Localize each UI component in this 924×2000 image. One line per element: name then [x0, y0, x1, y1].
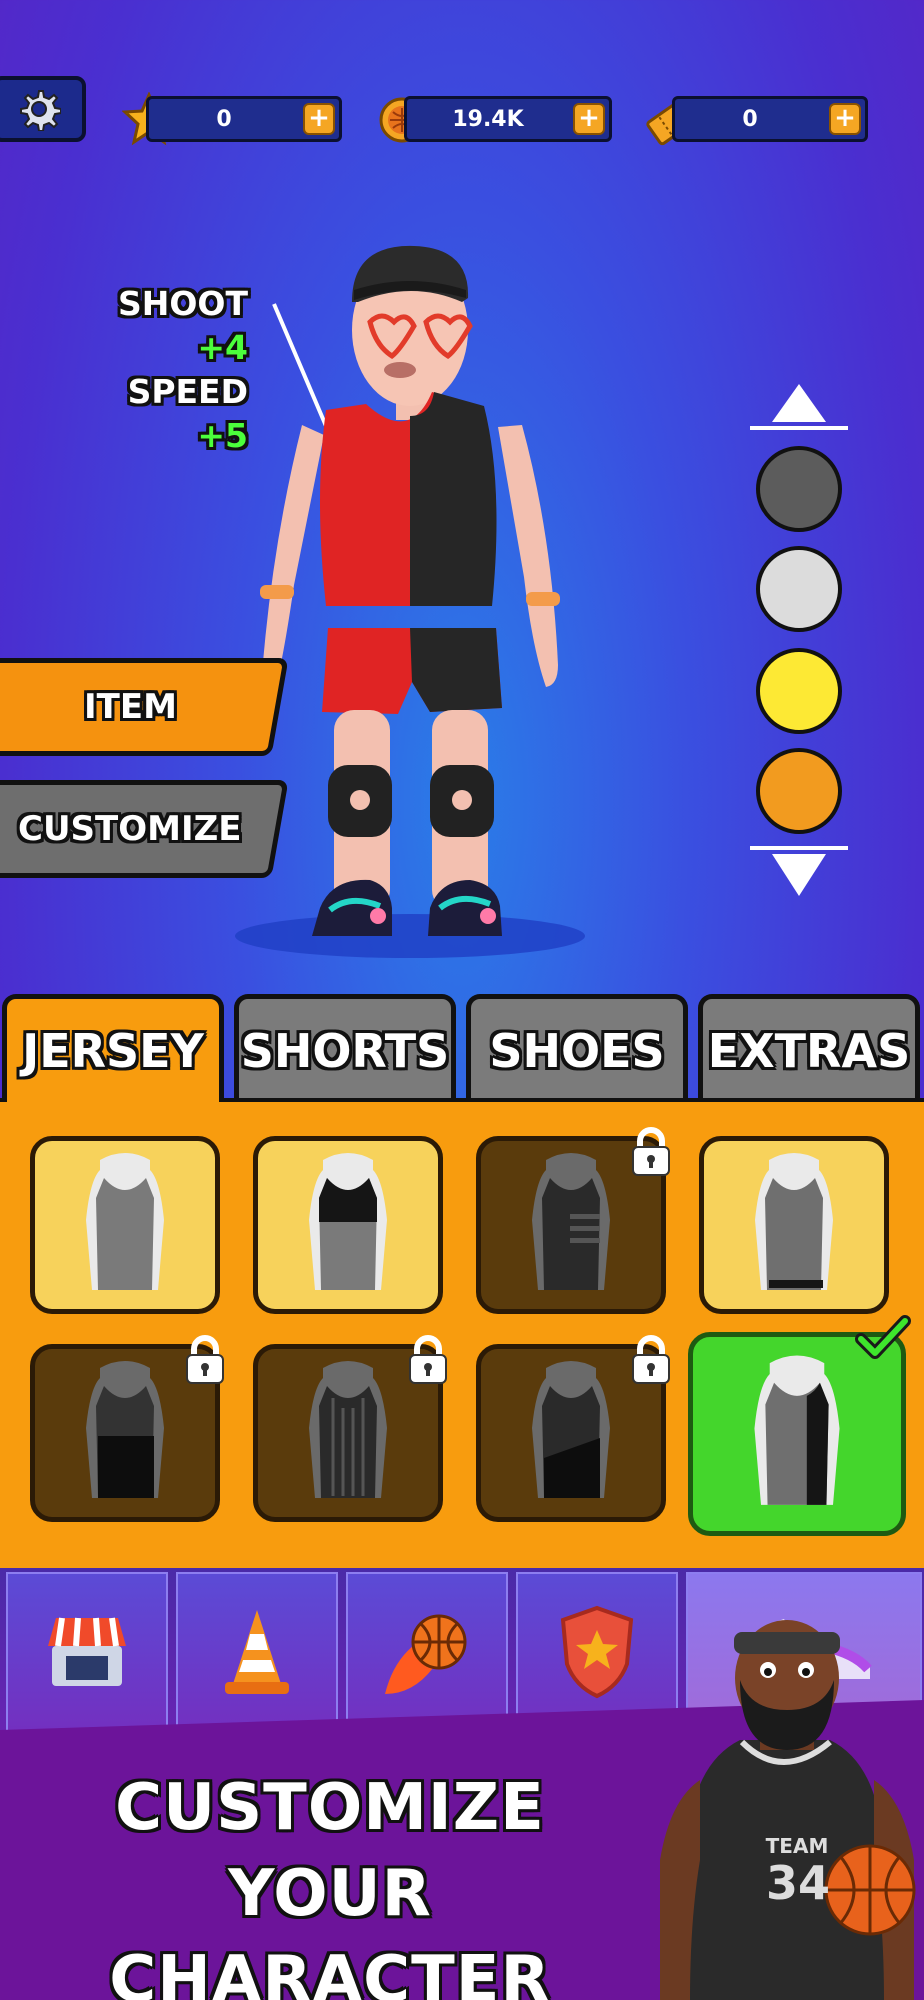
color-down-arrow[interactable]	[750, 846, 848, 902]
jersey-pinstripe-icon	[309, 1361, 387, 1498]
gear-icon	[20, 90, 61, 131]
coins-counter: 19.4K +	[404, 96, 612, 142]
coins-value: 19.4K	[452, 106, 524, 132]
promo-line-2: YOUR CHARACTER	[109, 1857, 551, 2000]
nav-training[interactable]	[176, 1572, 338, 1732]
jersey-half-icon	[754, 1355, 840, 1505]
color-option-white[interactable]	[756, 546, 842, 632]
stars-value: 0	[216, 106, 232, 132]
mascot-jersey-number: 34	[765, 1856, 830, 1910]
nav-play[interactable]	[346, 1572, 508, 1732]
tickets-counter: 0 +	[672, 96, 868, 142]
jersey-slot-4[interactable]	[699, 1136, 889, 1314]
lock-icon	[632, 1335, 670, 1384]
tickets-value: 0	[742, 106, 758, 132]
shop-icon	[48, 1617, 126, 1686]
lock-icon	[186, 1335, 224, 1384]
item-button-label: ITEM	[83, 687, 177, 727]
customize-button-label: CUSTOMIZE	[18, 809, 242, 849]
jersey-grid-panel	[0, 1098, 924, 1568]
player-character[interactable]	[230, 240, 590, 960]
tab-shoes[interactable]: SHOES	[466, 994, 688, 1102]
add-stars-button[interactable]: +	[303, 103, 335, 135]
jersey-gray-icon	[86, 1153, 164, 1290]
jersey-slot-7[interactable]	[476, 1335, 670, 1522]
jersey-slot-3[interactable]	[476, 1127, 670, 1314]
tab-shorts[interactable]: SHORTS	[234, 994, 456, 1102]
stat-bonuses: SHOOT +4 SPEED +5	[78, 282, 248, 458]
shoot-stat: SHOOT +4	[78, 282, 248, 370]
add-tickets-button[interactable]: +	[829, 103, 861, 135]
fireball-icon	[385, 1614, 467, 1694]
jersey-slot-6[interactable]	[253, 1335, 447, 1522]
settings-button[interactable]	[0, 76, 86, 142]
jersey-diagonal-icon	[532, 1361, 610, 1498]
jersey-slot-8-equipped[interactable]	[688, 1315, 911, 1536]
checkmark-icon	[855, 1315, 911, 1359]
jersey-slot-2[interactable]	[253, 1136, 443, 1314]
color-option-gray[interactable]	[756, 446, 842, 532]
jersey-slot-1[interactable]	[30, 1136, 220, 1314]
mascot-jersey-team: TEAM	[765, 1834, 829, 1858]
jersey-black-top-icon	[309, 1153, 387, 1290]
lock-icon	[409, 1335, 447, 1384]
cone-icon	[225, 1610, 289, 1694]
shoot-label: SHOOT	[117, 284, 248, 323]
customize-button[interactable]: CUSTOMIZE	[0, 780, 289, 878]
jersey-slot-5[interactable]	[30, 1335, 224, 1522]
lock-icon	[632, 1127, 670, 1176]
tab-extras[interactable]: EXTRAS	[698, 994, 920, 1102]
mascot-figure	[660, 1620, 916, 2000]
jersey-striped-icon	[532, 1153, 610, 1290]
add-coins-button[interactable]: +	[573, 103, 605, 135]
stars-counter: 0 +	[146, 96, 342, 142]
color-option-yellow[interactable]	[756, 648, 842, 734]
mascot-character: TEAM 34	[650, 1620, 924, 2000]
nav-shop[interactable]	[6, 1572, 168, 1732]
item-button[interactable]: ITEM	[0, 658, 289, 756]
color-up-arrow[interactable]	[750, 380, 848, 434]
tab-jersey[interactable]: JERSEY	[2, 994, 224, 1102]
promo-text: CUSTOMIZE YOUR CHARACTER	[30, 1765, 630, 2000]
speed-stat: SPEED +5	[78, 370, 248, 458]
jersey-black-bottom-icon	[86, 1361, 164, 1498]
badge-icon	[560, 1605, 634, 1699]
promo-line-1: CUSTOMIZE	[115, 1771, 545, 1845]
jersey-gray-trim-icon	[755, 1153, 833, 1290]
color-option-orange[interactable]	[756, 748, 842, 834]
